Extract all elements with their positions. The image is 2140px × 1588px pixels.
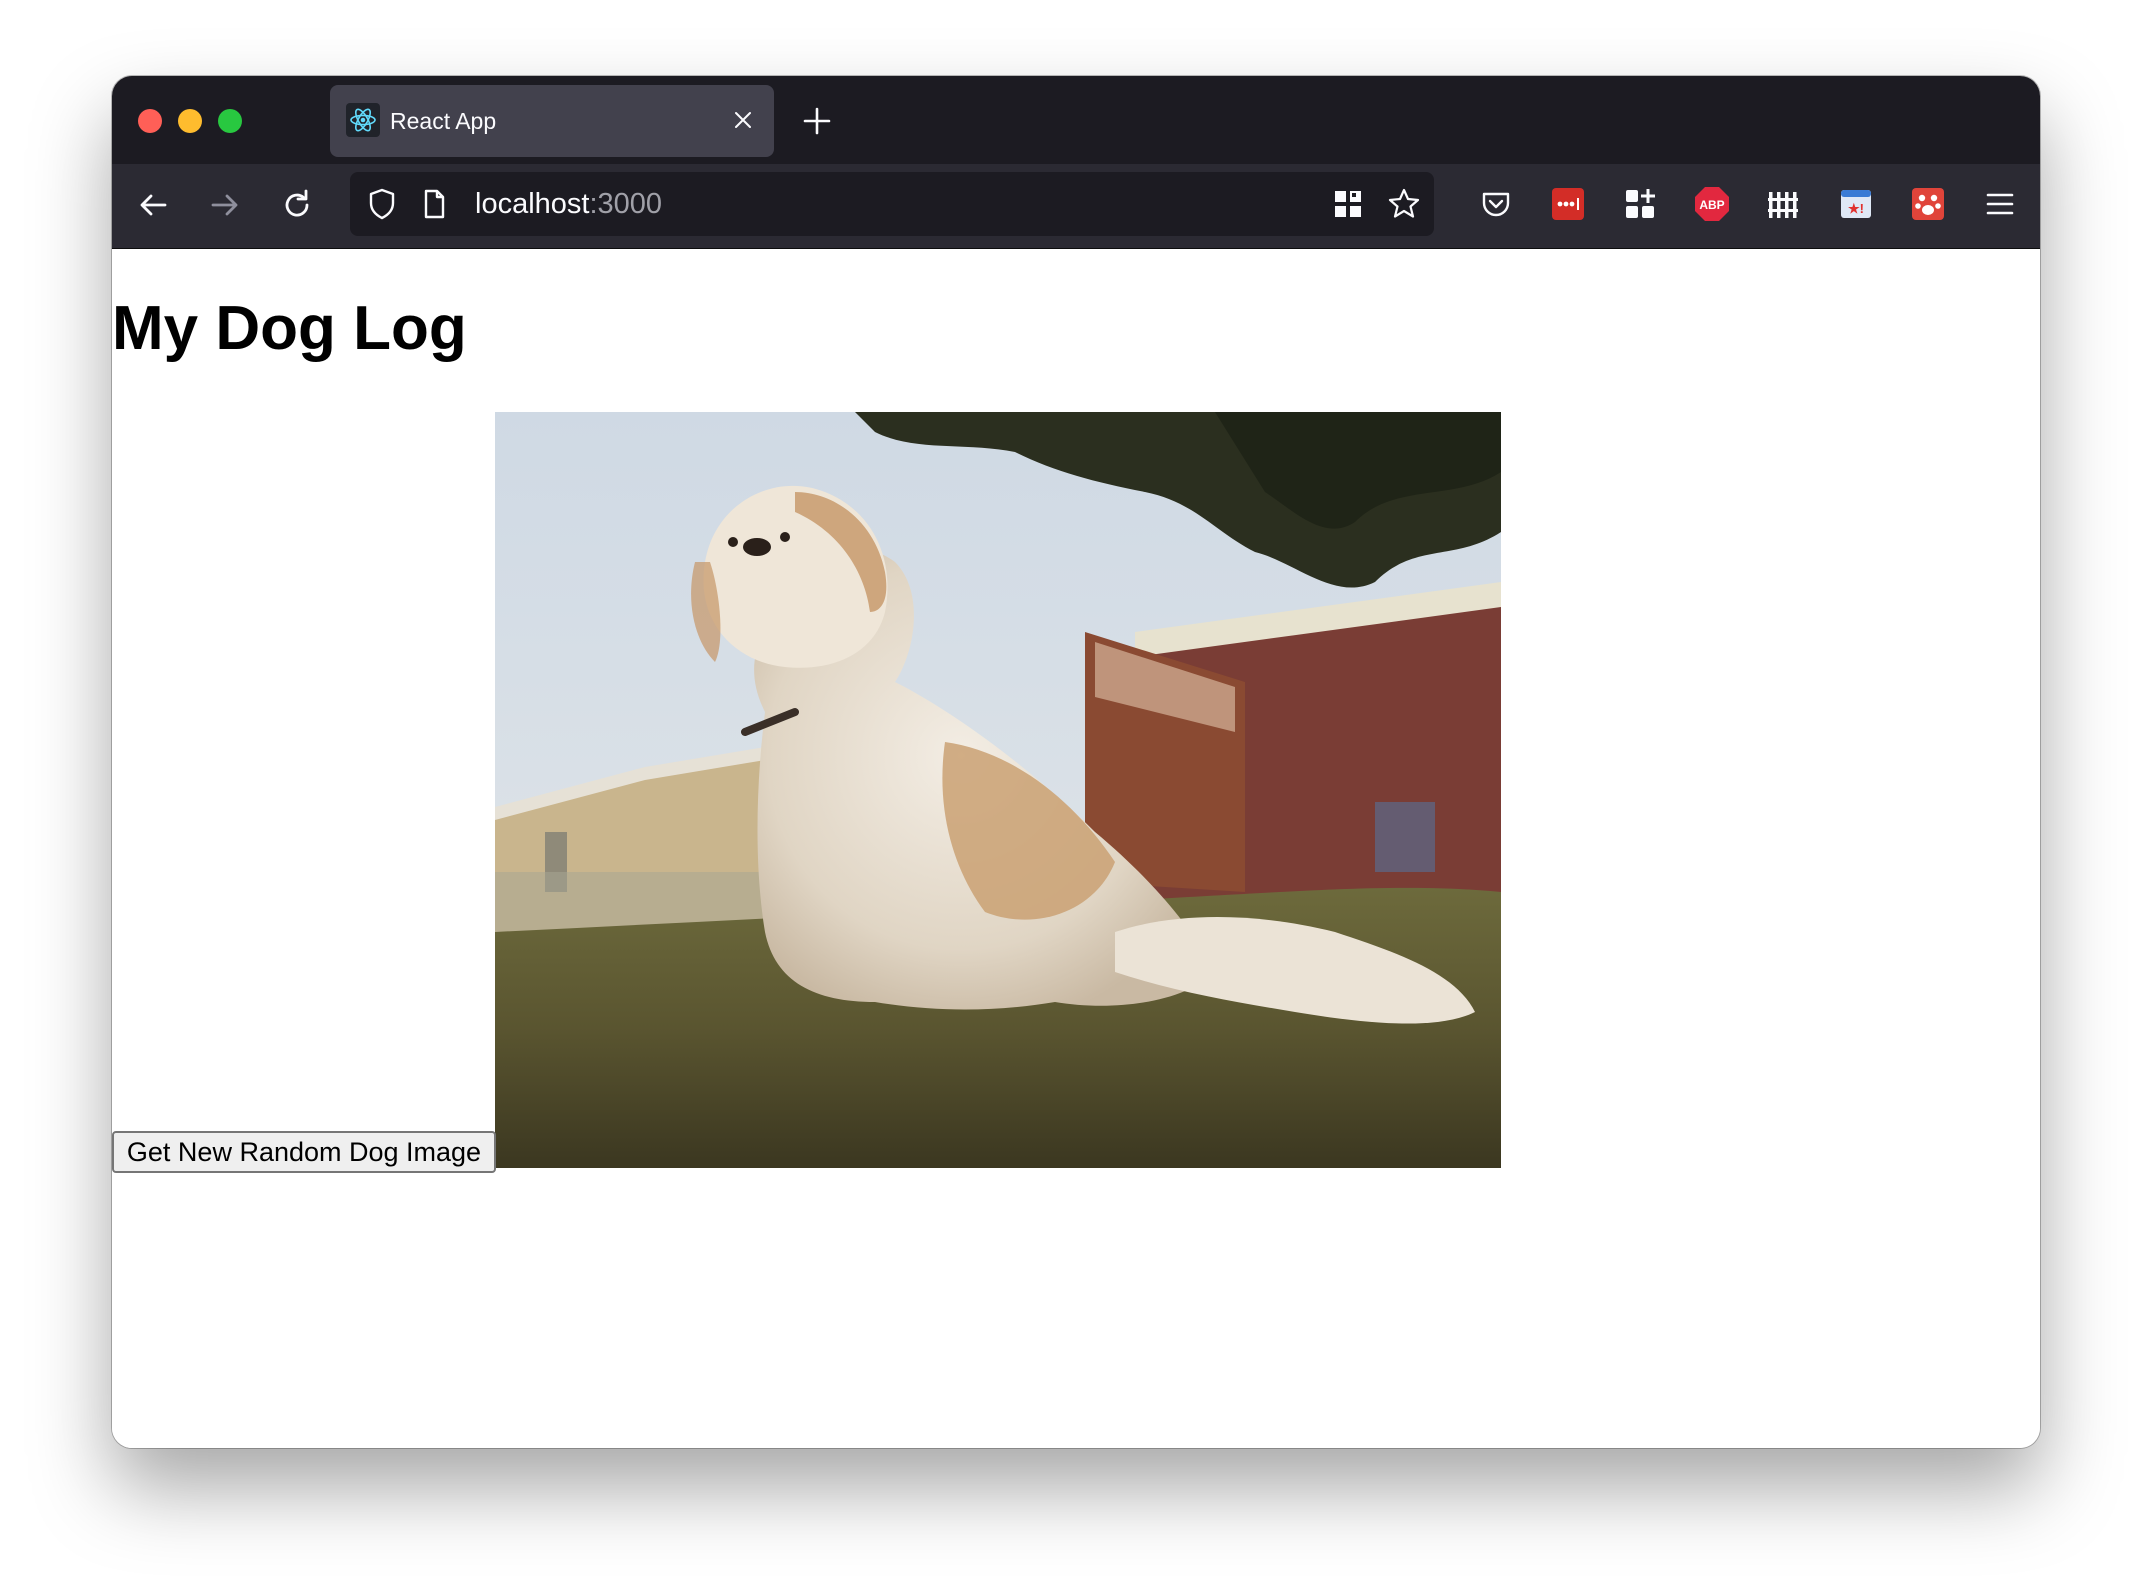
dog-image (495, 412, 1501, 1168)
screenshot-stage: React App localhost:3000 ABP ★! My Dog L… (0, 0, 2140, 1588)
lastpass-icon[interactable] (1548, 184, 1588, 224)
page-title: My Dog Log (112, 294, 467, 363)
close-window-button[interactable] (138, 109, 162, 133)
star-icon[interactable] (1386, 186, 1422, 222)
url-text[interactable]: localhost:3000 (475, 188, 662, 221)
calendar-star-icon[interactable]: ★! (1836, 184, 1876, 224)
tab-strip: React App (112, 76, 2040, 164)
shield-icon[interactable] (364, 186, 400, 222)
navigation-toolbar: localhost:3000 ABP ★! (112, 164, 2040, 249)
qr-code-icon[interactable] (1330, 186, 1366, 222)
url-bar[interactable]: localhost:3000 (350, 172, 1434, 236)
tab-react-app[interactable]: React App (330, 85, 774, 157)
get-new-dog-image-button[interactable]: Get New Random Dog Image (112, 1131, 496, 1173)
zoom-window-button[interactable] (218, 109, 242, 133)
tab-title: React App (390, 108, 497, 134)
back-arrow-icon[interactable] (132, 184, 174, 226)
page-icon (424, 189, 445, 219)
browser-window: React App localhost:3000 ABP ★! My Dog L… (112, 76, 2040, 1448)
pocket-icon[interactable] (1476, 184, 1516, 224)
page-content: My Dog Log Get New Random Dog Image (112, 249, 2040, 1448)
url-host: localhost (475, 188, 590, 220)
svg-text:★!: ★! (1848, 201, 1864, 216)
hamburger-menu-icon[interactable] (1980, 184, 2020, 224)
reload-icon[interactable] (276, 184, 318, 226)
url-port: :3000 (589, 188, 663, 220)
minimize-window-button[interactable] (178, 109, 202, 133)
fence-icon[interactable] (1764, 184, 1804, 224)
adblock-plus-icon[interactable]: ABP (1692, 184, 1732, 224)
forward-arrow-icon[interactable] (204, 184, 246, 226)
extensions-grid-icon[interactable] (1620, 184, 1660, 224)
paw-extension-icon[interactable] (1908, 184, 1948, 224)
close-icon[interactable] (730, 107, 756, 133)
plus-icon[interactable] (800, 104, 834, 138)
svg-text:ABP: ABP (1699, 198, 1724, 212)
react-logo-icon (346, 103, 380, 137)
